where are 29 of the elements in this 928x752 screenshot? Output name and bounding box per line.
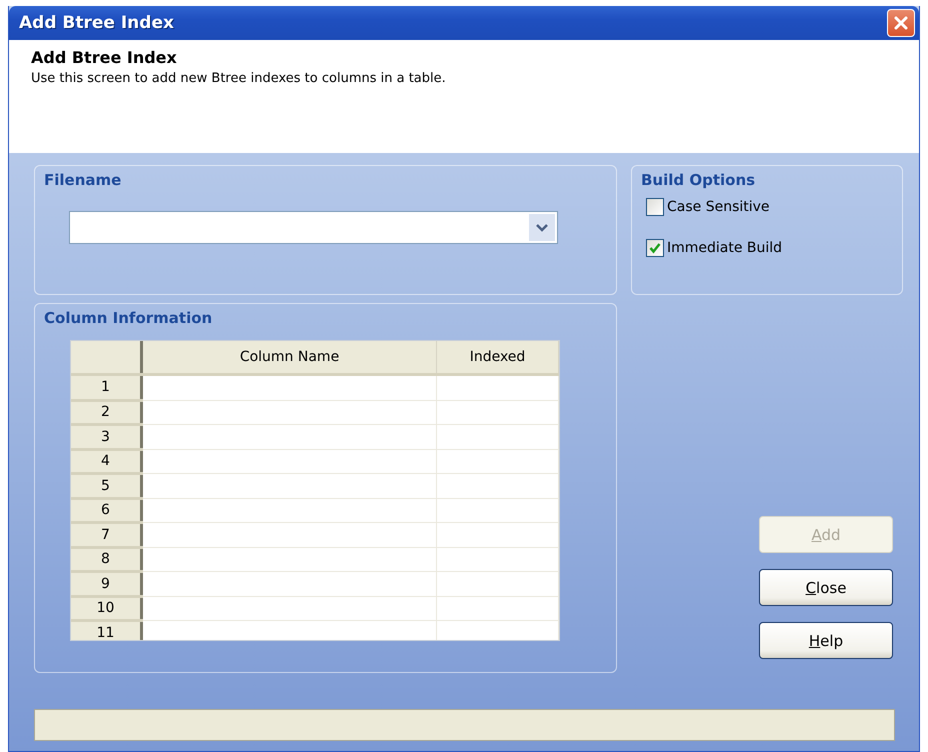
column-header[interactable]: Column Name: [142, 341, 436, 374]
row-number: 6: [71, 498, 142, 522]
checkbox-label: Immediate Build: [667, 240, 782, 256]
close-button[interactable]: [887, 9, 915, 37]
row-number: 2: [71, 400, 142, 424]
group-label: Column Information: [44, 309, 212, 327]
row-number: 11: [71, 620, 142, 640]
row-number: 10: [71, 596, 142, 620]
close-icon: [893, 15, 909, 31]
checkbox-label: Case Sensitive: [667, 199, 770, 215]
group-label: Build Options: [641, 171, 756, 189]
group-label: Filename: [44, 171, 122, 189]
row-number: 7: [71, 522, 142, 547]
row-number: 5: [71, 474, 142, 498]
row-number: 4: [71, 449, 142, 474]
row-number: 9: [71, 572, 142, 596]
dialog-button[interactable]: Close: [759, 569, 893, 606]
header-title: Add Btree Index: [31, 48, 178, 67]
filename-dropdown[interactable]: [69, 211, 558, 244]
window-title: Add Btree Index: [19, 13, 174, 33]
row-number: 1: [71, 374, 142, 400]
row-number: 8: [71, 547, 142, 572]
checkbox[interactable]: [646, 198, 664, 216]
chevron-down-icon: [536, 223, 548, 232]
header-description: Use this screen to add new Btree indexes to columns in a table.: [31, 71, 447, 86]
column-header[interactable]: Indexed: [436, 341, 558, 374]
dialog-button[interactable]: Help: [759, 622, 893, 659]
checkbox[interactable]: [646, 239, 664, 257]
row-number: 3: [71, 424, 142, 449]
